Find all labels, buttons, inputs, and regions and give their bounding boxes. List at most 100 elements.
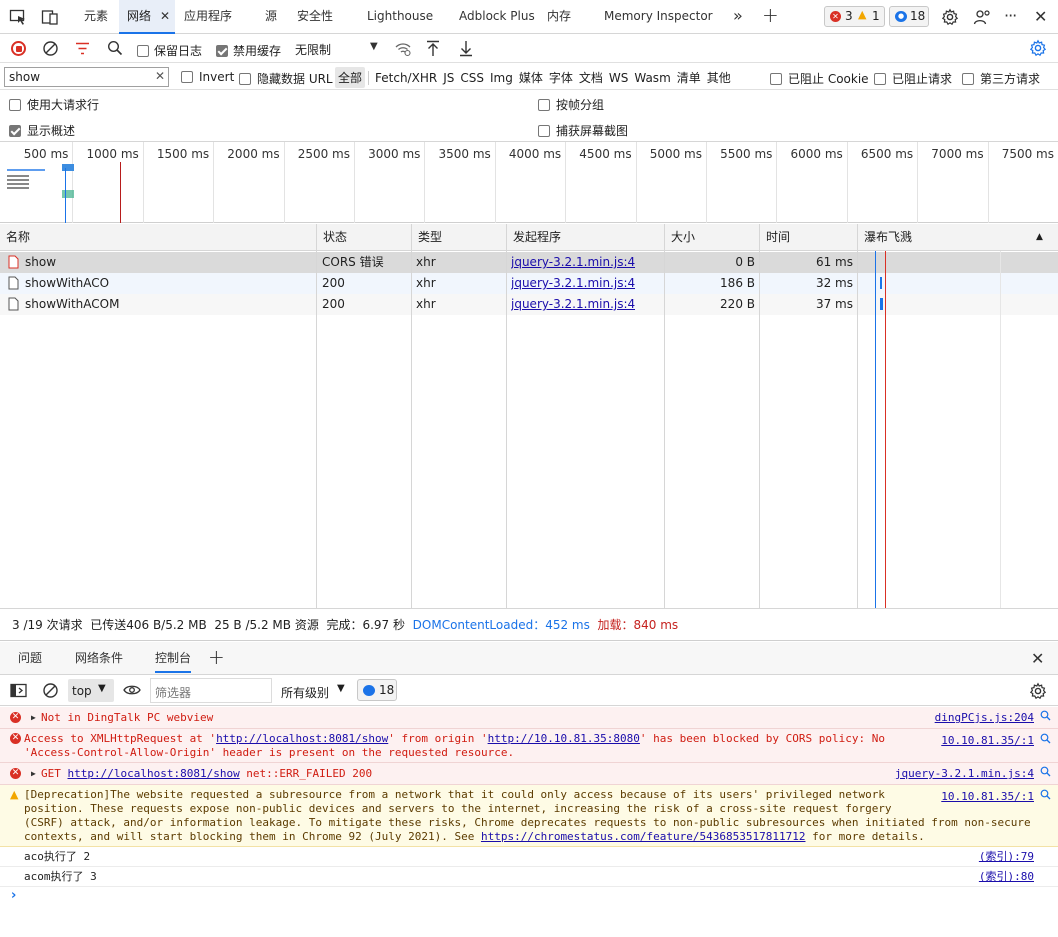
big-rows-box[interactable] <box>9 98 21 111</box>
device-toolbar-icon[interactable] <box>41 8 59 26</box>
request-initiator-link[interactable]: jquery-3.2.1.min.js:4 <box>511 294 635 315</box>
tab-lighthouse[interactable]: Lighthouse <box>367 0 433 33</box>
search-icon[interactable] <box>1040 766 1051 781</box>
console-filter-input[interactable]: 筛选器 <box>150 678 272 703</box>
invert-box[interactable] <box>181 71 193 83</box>
settings-gear-icon[interactable] <box>941 8 959 26</box>
group-by-frame-box[interactable] <box>538 98 550 111</box>
search-icon[interactable] <box>1040 710 1051 725</box>
console-log-message[interactable]: aco执行了 2 (索引):79 <box>0 847 1058 867</box>
type-filter-img[interactable]: Img <box>487 69 516 87</box>
network-conditions-icon[interactable] <box>394 41 412 57</box>
drawer-tab-issues[interactable]: 问题 <box>18 642 42 675</box>
column-type[interactable]: 类型 <box>412 224 507 251</box>
expand-triangle-icon[interactable]: ▶ <box>31 767 36 781</box>
request-initiator-link[interactable]: jquery-3.2.1.min.js:4 <box>511 252 635 273</box>
type-filter-css[interactable]: CSS <box>457 69 487 87</box>
search-icon[interactable] <box>1040 733 1051 748</box>
table-row[interactable]: showWithACOM 200 xhr jquery-3.2.1.min.js… <box>0 294 1058 315</box>
context-select[interactable]: top ▼ <box>68 679 114 702</box>
console-prompt[interactable]: › <box>0 887 1058 937</box>
network-settings-gear-icon[interactable] <box>1029 39 1047 57</box>
disable-cache-checkbox[interactable]: 禁用缓存 <box>216 42 281 59</box>
url-link[interactable]: http://localhost:8081/show <box>68 767 240 780</box>
preserve-log-checkbox[interactable]: 保留日志 <box>137 42 202 59</box>
network-overview[interactable]: 500 ms 1000 ms 1500 ms 2000 ms 2500 ms 3000 m… <box>0 142 1058 223</box>
column-status[interactable]: 状态 <box>317 224 412 251</box>
close-tab-icon[interactable]: ✕ <box>160 0 170 33</box>
column-initiator[interactable]: 发起程序 <box>507 224 665 251</box>
type-filter-wasm[interactable]: Wasm <box>631 69 673 87</box>
group-by-frame-checkbox[interactable]: 按帧分组 <box>538 96 604 113</box>
tab-memory[interactable]: 内存 <box>547 0 571 33</box>
filter-input[interactable]: show ✕ <box>4 67 169 87</box>
preserve-log-box[interactable] <box>137 44 149 57</box>
type-filter-manifest[interactable]: 清单 <box>674 67 704 88</box>
search-icon[interactable] <box>107 40 123 56</box>
user-feedback-icon[interactable] <box>973 8 991 26</box>
hide-data-url-checkbox[interactable]: 隐藏数据 URL <box>239 70 333 87</box>
inspect-element-icon[interactable] <box>9 8 27 26</box>
blocked-requests-checkbox[interactable]: 已阻止请求 <box>874 70 952 87</box>
url-link[interactable]: http://localhost:8081/show <box>216 732 388 745</box>
more-options-icon[interactable]: ··· <box>1004 6 1017 25</box>
table-row[interactable]: showWithACO 200 xhr jquery-3.2.1.min.js:… <box>0 273 1058 294</box>
clear-filter-icon[interactable]: ✕ <box>155 69 165 83</box>
clear-icon[interactable] <box>42 40 59 57</box>
console-messages-counter[interactable]: 18 <box>357 679 397 701</box>
console-settings-gear-icon[interactable] <box>1029 682 1047 700</box>
big-rows-checkbox[interactable]: 使用大请求行 <box>9 96 99 113</box>
record-stop-icon[interactable] <box>11 41 26 56</box>
column-time[interactable]: 时间 <box>760 224 858 251</box>
search-icon[interactable] <box>1040 789 1051 804</box>
tab-adblock-plus[interactable]: Adblock Plus <box>459 0 535 33</box>
show-overview-box[interactable] <box>9 124 21 137</box>
blocked-cookies-checkbox[interactable]: 已阻止 Cookie <box>770 70 869 87</box>
export-har-icon[interactable] <box>459 40 473 57</box>
third-party-checkbox[interactable]: 第三方请求 <box>962 70 1040 87</box>
messages-counter[interactable]: ● 18 <box>889 6 929 27</box>
console-error-message[interactable]: ✕ Access to XMLHttpRequest at 'http://lo… <box>0 729 1058 763</box>
more-tabs-icon[interactable]: » <box>733 6 743 25</box>
third-party-box[interactable] <box>962 72 974 85</box>
close-drawer-icon[interactable]: ✕ <box>1031 649 1044 668</box>
tab-memory-inspector[interactable]: Memory Inspector <box>604 0 713 33</box>
type-filter-font[interactable]: 字体 <box>546 67 576 88</box>
console-source-link[interactable]: 10.10.81.35/:1 <box>941 790 1034 804</box>
table-row[interactable]: show CORS 错误 xhr jquery-3.2.1.min.js:4 0… <box>0 252 1058 273</box>
drawer-tab-network-conditions[interactable]: 网络条件 <box>75 642 123 675</box>
live-expression-eye-icon[interactable] <box>123 683 141 697</box>
column-size[interactable]: 大小 <box>665 224 760 251</box>
tab-application[interactable]: 应用程序 <box>184 0 232 33</box>
console-source-link[interactable]: jquery-3.2.1.min.js:4 <box>895 767 1034 781</box>
hide-data-url-box[interactable] <box>239 72 251 85</box>
tab-security[interactable]: 安全性 <box>297 0 333 33</box>
add-drawer-tab-icon[interactable]: + <box>208 645 225 669</box>
blocked-requests-box[interactable] <box>874 72 886 85</box>
issues-counter[interactable]: ✕ 3 ▲ 1 <box>824 6 885 27</box>
filter-icon[interactable] <box>75 42 90 55</box>
console-error-message[interactable]: ✕ ▶ GET http://localhost:8081/show net::… <box>0 763 1058 785</box>
url-link[interactable]: https://chromestatus.com/feature/5436853… <box>481 830 806 843</box>
request-initiator-link[interactable]: jquery-3.2.1.min.js:4 <box>511 273 635 294</box>
console-warning-message[interactable]: ▲ [Deprecation]The website requested a s… <box>0 785 1058 847</box>
console-source-link[interactable]: 10.10.81.35/:1 <box>941 734 1034 748</box>
console-source-link[interactable]: (索引):79 <box>979 850 1034 864</box>
url-link[interactable]: http://10.10.81.35:8080 <box>488 732 640 745</box>
invert-checkbox[interactable]: Invert <box>181 70 234 84</box>
type-filter-all[interactable]: 全部 <box>335 67 366 88</box>
blocked-cookies-box[interactable] <box>770 72 782 85</box>
import-har-icon[interactable] <box>426 40 440 57</box>
tab-network[interactable]: 网络 ✕ <box>119 0 175 34</box>
clear-console-icon[interactable] <box>42 682 59 699</box>
add-tab-icon[interactable]: + <box>762 3 779 27</box>
column-name[interactable]: 名称 <box>0 224 317 251</box>
log-levels-select[interactable]: 所有级别 ▼ <box>280 679 350 702</box>
show-overview-checkbox[interactable]: 显示概述 <box>9 122 75 139</box>
console-source-link[interactable]: (索引):80 <box>979 870 1034 884</box>
capture-screenshots-box[interactable] <box>538 124 550 137</box>
close-devtools-icon[interactable]: ✕ <box>1034 7 1047 26</box>
throttling-select[interactable]: 无限制 ▼ <box>291 38 384 59</box>
tab-sources[interactable]: 源 <box>265 0 277 33</box>
console-source-link[interactable]: dingPCjs.js:204 <box>935 711 1034 725</box>
